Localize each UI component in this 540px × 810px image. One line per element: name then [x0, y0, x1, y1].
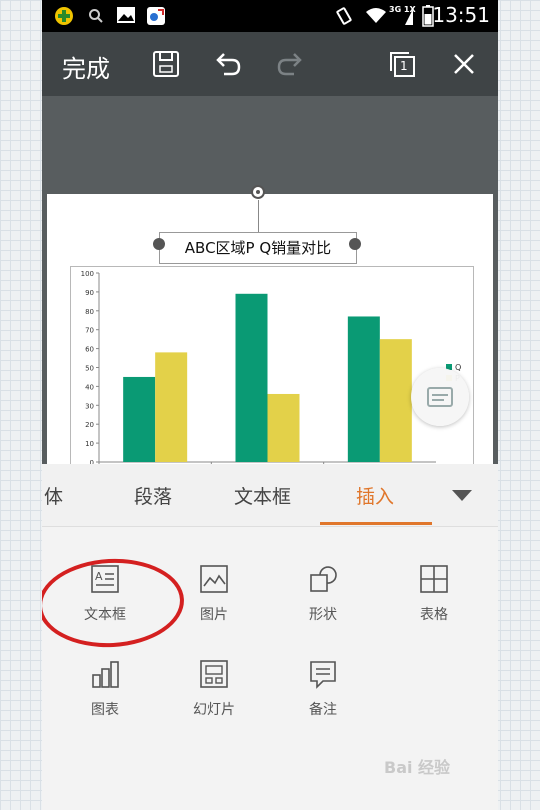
phone-screen: 3G 1X 13:51 完成 1 ABC区域P Q销量对比 0 10 20 30…	[42, 0, 498, 810]
redo-icon[interactable]	[274, 48, 306, 80]
tab-paragraph[interactable]: 段落	[134, 482, 172, 509]
insert-panel: 体 段落 文本框 插入 A 文本框 图片 形状 表格 图表 幻灯片 备注 Bai…	[42, 464, 498, 810]
undo-icon[interactable]	[212, 48, 244, 80]
pages-icon[interactable]: 1	[386, 48, 418, 80]
bar-Q-3	[347, 316, 380, 462]
picture-icon	[200, 565, 228, 593]
close-icon[interactable]	[448, 48, 480, 80]
save-icon[interactable]	[150, 48, 182, 80]
y-tick-label: 10	[85, 440, 94, 448]
y-tick-label: 30	[85, 402, 94, 410]
resize-handle-left[interactable]	[153, 238, 165, 250]
bar-Q-1	[123, 376, 156, 462]
document-area: ABC区域P Q销量对比 0102030405060708090100QP	[42, 96, 498, 468]
collapse-arrow-icon[interactable]	[452, 490, 472, 501]
status-bar: 3G 1X 13:51	[42, 0, 498, 32]
insert-table-button[interactable]: 表格	[389, 564, 479, 634]
chart-title: ABC区域P Q销量对比	[184, 239, 332, 257]
bar-Q-2	[235, 293, 268, 462]
bar-P-3	[379, 339, 412, 462]
y-tick-label: 60	[85, 346, 94, 354]
search-icon	[88, 8, 104, 28]
rotate-handle-line	[258, 200, 259, 236]
slide-icon	[200, 660, 228, 688]
y-tick-label: 70	[85, 327, 94, 335]
note-icon	[310, 661, 336, 689]
page-count: 1	[400, 59, 408, 73]
comment-icon	[427, 387, 453, 407]
table-icon	[420, 565, 448, 593]
editor-toolbar: 完成 1	[42, 32, 498, 96]
app-icon	[146, 6, 166, 30]
gallery-icon	[116, 6, 136, 28]
wifi-icon	[364, 6, 388, 28]
active-tab-indicator	[320, 522, 432, 525]
signal-icon	[404, 6, 414, 30]
watermark: Bai 经验	[384, 758, 451, 777]
clock: 13:51	[432, 3, 490, 27]
vibrate-icon	[334, 6, 354, 30]
comment-fab[interactable]	[411, 368, 469, 426]
chart-icon	[92, 661, 119, 688]
y-tick-label: 20	[85, 421, 94, 429]
chart-svg: 0102030405060708090100QP	[81, 270, 462, 467]
shape-icon	[310, 566, 337, 592]
insert-table-label: 表格	[420, 607, 448, 623]
tab-font[interactable]: 体	[44, 482, 63, 509]
y-tick-label: 90	[85, 289, 94, 297]
bar-P-1	[155, 352, 188, 462]
insert-shape-label: 形状	[309, 607, 337, 623]
y-tick-label: 40	[85, 383, 94, 391]
app-notification-icon	[54, 6, 74, 30]
insert-note-label: 备注	[309, 702, 337, 718]
chart-title-box[interactable]: ABC区域P Q销量对比	[159, 232, 357, 264]
ribbon-tabs: 体 段落 文本框 插入	[42, 464, 498, 527]
insert-slide-label: 幻灯片	[193, 702, 235, 718]
bar-chart[interactable]: 0102030405060708090100QP	[70, 266, 474, 468]
red-highlight-circle	[42, 555, 187, 651]
tab-insert[interactable]: 插入	[356, 482, 394, 509]
insert-note-button[interactable]: 备注	[278, 659, 368, 729]
done-button[interactable]: 完成	[62, 49, 110, 84]
bar-P-2	[267, 393, 300, 462]
rotate-handle-icon[interactable]	[250, 184, 266, 200]
tab-textbox[interactable]: 文本框	[234, 482, 291, 509]
y-tick-label: 50	[85, 365, 94, 373]
insert-chart-button[interactable]: 图表	[60, 659, 150, 729]
resize-handle-right[interactable]	[349, 238, 361, 250]
y-tick-label: 80	[85, 308, 94, 316]
insert-chart-label: 图表	[91, 702, 119, 718]
insert-shape-button[interactable]: 形状	[278, 564, 368, 634]
y-tick-label: 100	[81, 270, 94, 278]
insert-slide-button[interactable]: 幻灯片	[169, 659, 259, 729]
